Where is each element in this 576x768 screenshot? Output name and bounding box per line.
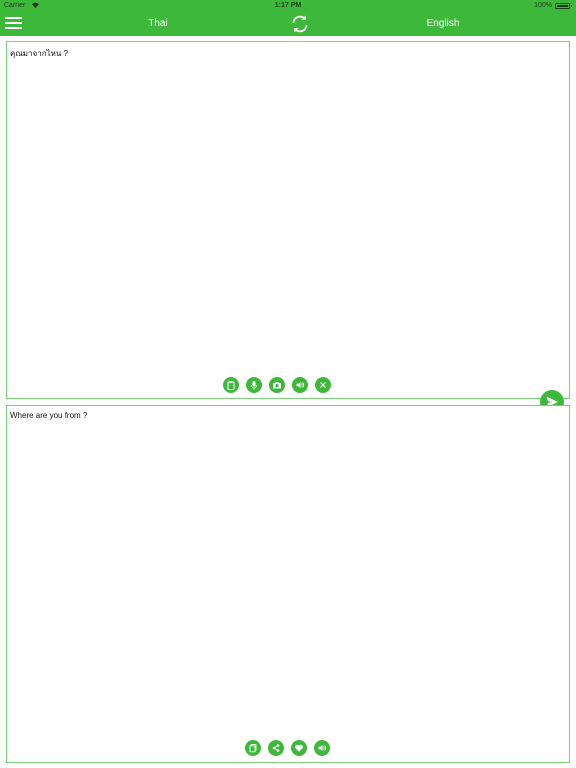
battery-nub xyxy=(571,5,572,7)
translated-text: Where are you from ? xyxy=(10,411,88,420)
favorite-button[interactable] xyxy=(291,740,307,756)
share-icon xyxy=(272,744,280,752)
source-text[interactable]: คุณมาจากไหน ? xyxy=(10,47,68,60)
source-toolbar xyxy=(223,377,331,393)
translation-panel: Where are you from ? xyxy=(6,405,570,763)
translation-toolbar xyxy=(245,740,330,756)
target-language-button[interactable]: English xyxy=(383,18,503,29)
menu-icon[interactable] xyxy=(5,16,22,31)
nav-bar: Thai English xyxy=(0,12,576,36)
swap-languages-icon[interactable] xyxy=(290,14,310,34)
microphone-button[interactable] xyxy=(246,377,262,393)
camera-button[interactable] xyxy=(269,377,285,393)
copy-icon xyxy=(249,744,257,753)
battery-icon xyxy=(555,3,570,9)
clear-button[interactable] xyxy=(315,377,331,393)
battery-percent: 100% xyxy=(534,2,552,9)
speak-source-button[interactable] xyxy=(292,377,308,393)
copy-button[interactable] xyxy=(245,740,261,756)
speaker-icon xyxy=(296,382,305,388)
close-icon xyxy=(320,382,326,388)
share-button[interactable] xyxy=(268,740,284,756)
paste-button[interactable] xyxy=(223,377,239,393)
speak-translation-button[interactable] xyxy=(314,740,330,756)
clipboard-icon xyxy=(227,381,235,390)
source-language-button[interactable]: Thai xyxy=(98,18,218,29)
microphone-icon xyxy=(251,381,257,390)
source-text-panel[interactable]: คุณมาจากไหน ? xyxy=(6,41,570,399)
status-bar: Carrier 1:17 PM 100% xyxy=(0,0,576,12)
heart-icon xyxy=(295,744,303,752)
clock: 1:17 PM xyxy=(274,2,302,9)
speaker-icon xyxy=(318,745,327,751)
camera-icon xyxy=(273,382,281,389)
